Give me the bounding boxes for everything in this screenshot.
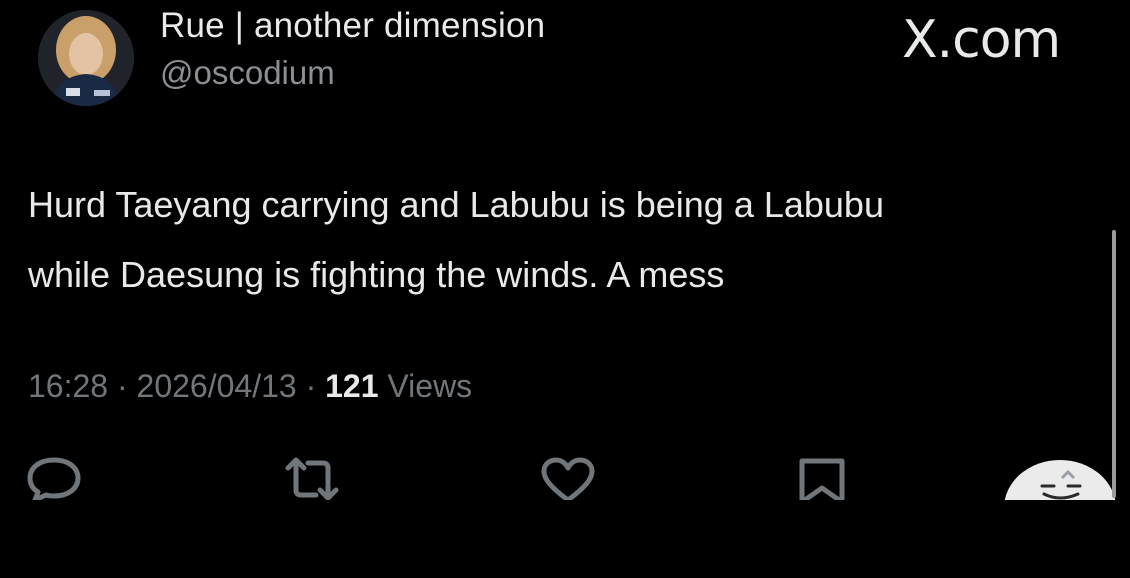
brand-watermark: X.com — [902, 10, 1061, 70]
views-label: Views — [387, 368, 473, 404]
scrollbar[interactable] — [1112, 230, 1116, 498]
reply-icon[interactable] — [24, 454, 84, 504]
tweet-time[interactable]: 16:28 — [28, 368, 108, 404]
tweet-date[interactable]: 2026/04/13 — [137, 368, 297, 404]
retweet-icon[interactable] — [280, 454, 344, 504]
tweet-text-line: Hurd Taeyang carrying and Labubu is bein… — [28, 184, 884, 225]
author-display-name[interactable]: Rue | another dimension — [160, 6, 545, 46]
author-handle[interactable]: @oscodium — [160, 54, 335, 92]
heart-icon[interactable] — [538, 456, 598, 506]
meta-separator: · — [116, 368, 128, 404]
tweet-text-line: while Daesung is fighting the winds. A m… — [28, 254, 725, 295]
bottom-blank-area — [0, 500, 1130, 578]
tweet-text: Hurd Taeyang carrying and Labubu is bein… — [28, 170, 1098, 310]
views-count: 121 — [325, 368, 379, 404]
meta-separator: · — [305, 368, 317, 404]
tweet-meta: 16:28 · 2026/04/13 · 121 Views — [28, 368, 472, 405]
avatar-image — [38, 10, 134, 106]
avatar[interactable] — [38, 10, 134, 106]
bookmark-icon[interactable] — [794, 456, 850, 506]
